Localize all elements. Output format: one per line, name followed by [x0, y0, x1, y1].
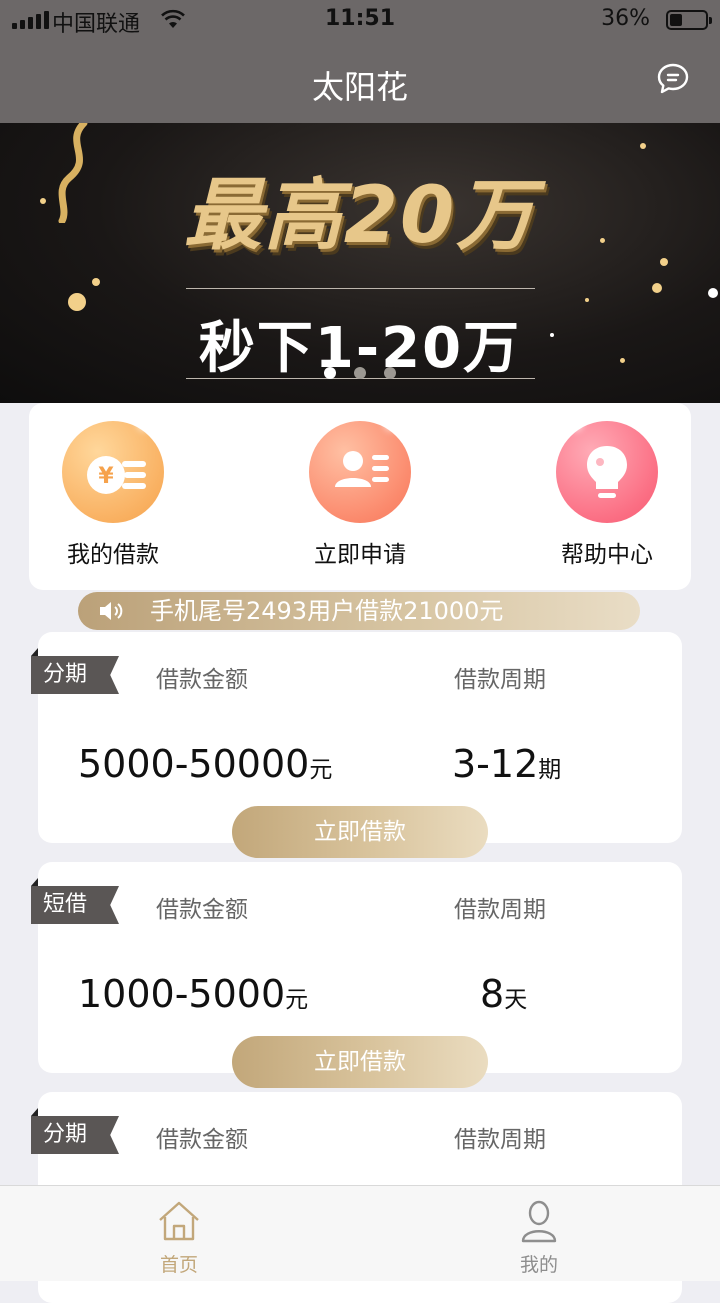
quick-item-label: 我的借款 [67, 542, 159, 568]
svg-text:¥: ¥ [98, 464, 114, 489]
amount-value: 5000-50000元 [78, 742, 333, 786]
nav-bar: 太阳花 [0, 40, 720, 123]
user-icon [521, 1200, 557, 1243]
status-bar: 中国联通 11:51 36% [0, 0, 720, 40]
quick-item-label: 帮助中心 [561, 542, 653, 568]
tab-label: 我的 [519, 1254, 558, 1276]
amount-label: 借款金额 [156, 897, 248, 923]
product-tag: 分期 [31, 1116, 119, 1154]
tab-home[interactable]: 首页 [119, 1198, 239, 1277]
quick-item-label: 立即申请 [314, 542, 406, 568]
period-label: 借款周期 [454, 1127, 546, 1153]
tab-mine[interactable]: 我的 [479, 1198, 599, 1277]
quick-menu: ¥ 我的借款 立即申请 帮助中心 [29, 403, 691, 590]
id-card-icon [309, 418, 411, 523]
tab-bar: 首页 我的 [0, 1185, 720, 1281]
battery-fill [670, 14, 683, 26]
product-tag: 分期 [31, 656, 119, 694]
amount-label: 借款金额 [156, 1127, 248, 1153]
period-value: 3-12期 [452, 742, 562, 786]
coin-stack-icon: ¥ [62, 418, 164, 523]
tab-label: 首页 [159, 1254, 198, 1276]
banner-divider [186, 288, 535, 289]
notice-text: 手机尾号2493用户借款21000元 [150, 597, 504, 625]
period-label: 借款周期 [454, 897, 546, 923]
period-label: 借款周期 [454, 667, 546, 693]
borrow-now-button[interactable]: 立即借款 [232, 1036, 488, 1088]
quick-item-help-center[interactable]: 帮助中心 [527, 418, 687, 569]
light-bulb-icon [556, 418, 658, 523]
amount-label: 借款金额 [156, 667, 248, 693]
amount-value: 1000-5000元 [78, 972, 309, 1016]
battery-icon [666, 10, 712, 30]
quick-item-my-loans[interactable]: ¥ 我的借款 [33, 418, 193, 569]
chat-bubble-icon[interactable] [656, 62, 690, 96]
product-tag: 短借 [31, 886, 119, 924]
home-icon [159, 1201, 199, 1241]
carousel-dot[interactable] [384, 367, 396, 379]
speaker-icon [100, 602, 123, 620]
period-value: 8天 [480, 972, 528, 1016]
promo-banner[interactable]: 最高20万 秒下1-20万 [0, 123, 720, 403]
product-card: 分期 借款金额 借款周期 5000-50000元 3-12期 立即借款 [31, 632, 682, 858]
carousel-dot[interactable] [324, 367, 336, 379]
quick-item-apply-now[interactable]: 立即申请 [280, 418, 440, 569]
page-title: 太阳花 [311, 68, 408, 106]
borrow-now-button[interactable]: 立即借款 [232, 806, 488, 858]
battery-percent: 36% [601, 6, 650, 31]
banner-headline: 最高20万 [183, 171, 537, 261]
product-card: 短借 借款金额 借款周期 1000-5000元 8天 立即借款 [31, 862, 682, 1088]
carousel-dot[interactable] [354, 367, 366, 379]
carousel-indicator[interactable] [0, 367, 720, 379]
notice-bar[interactable]: 手机尾号2493用户借款21000元 [78, 592, 640, 630]
